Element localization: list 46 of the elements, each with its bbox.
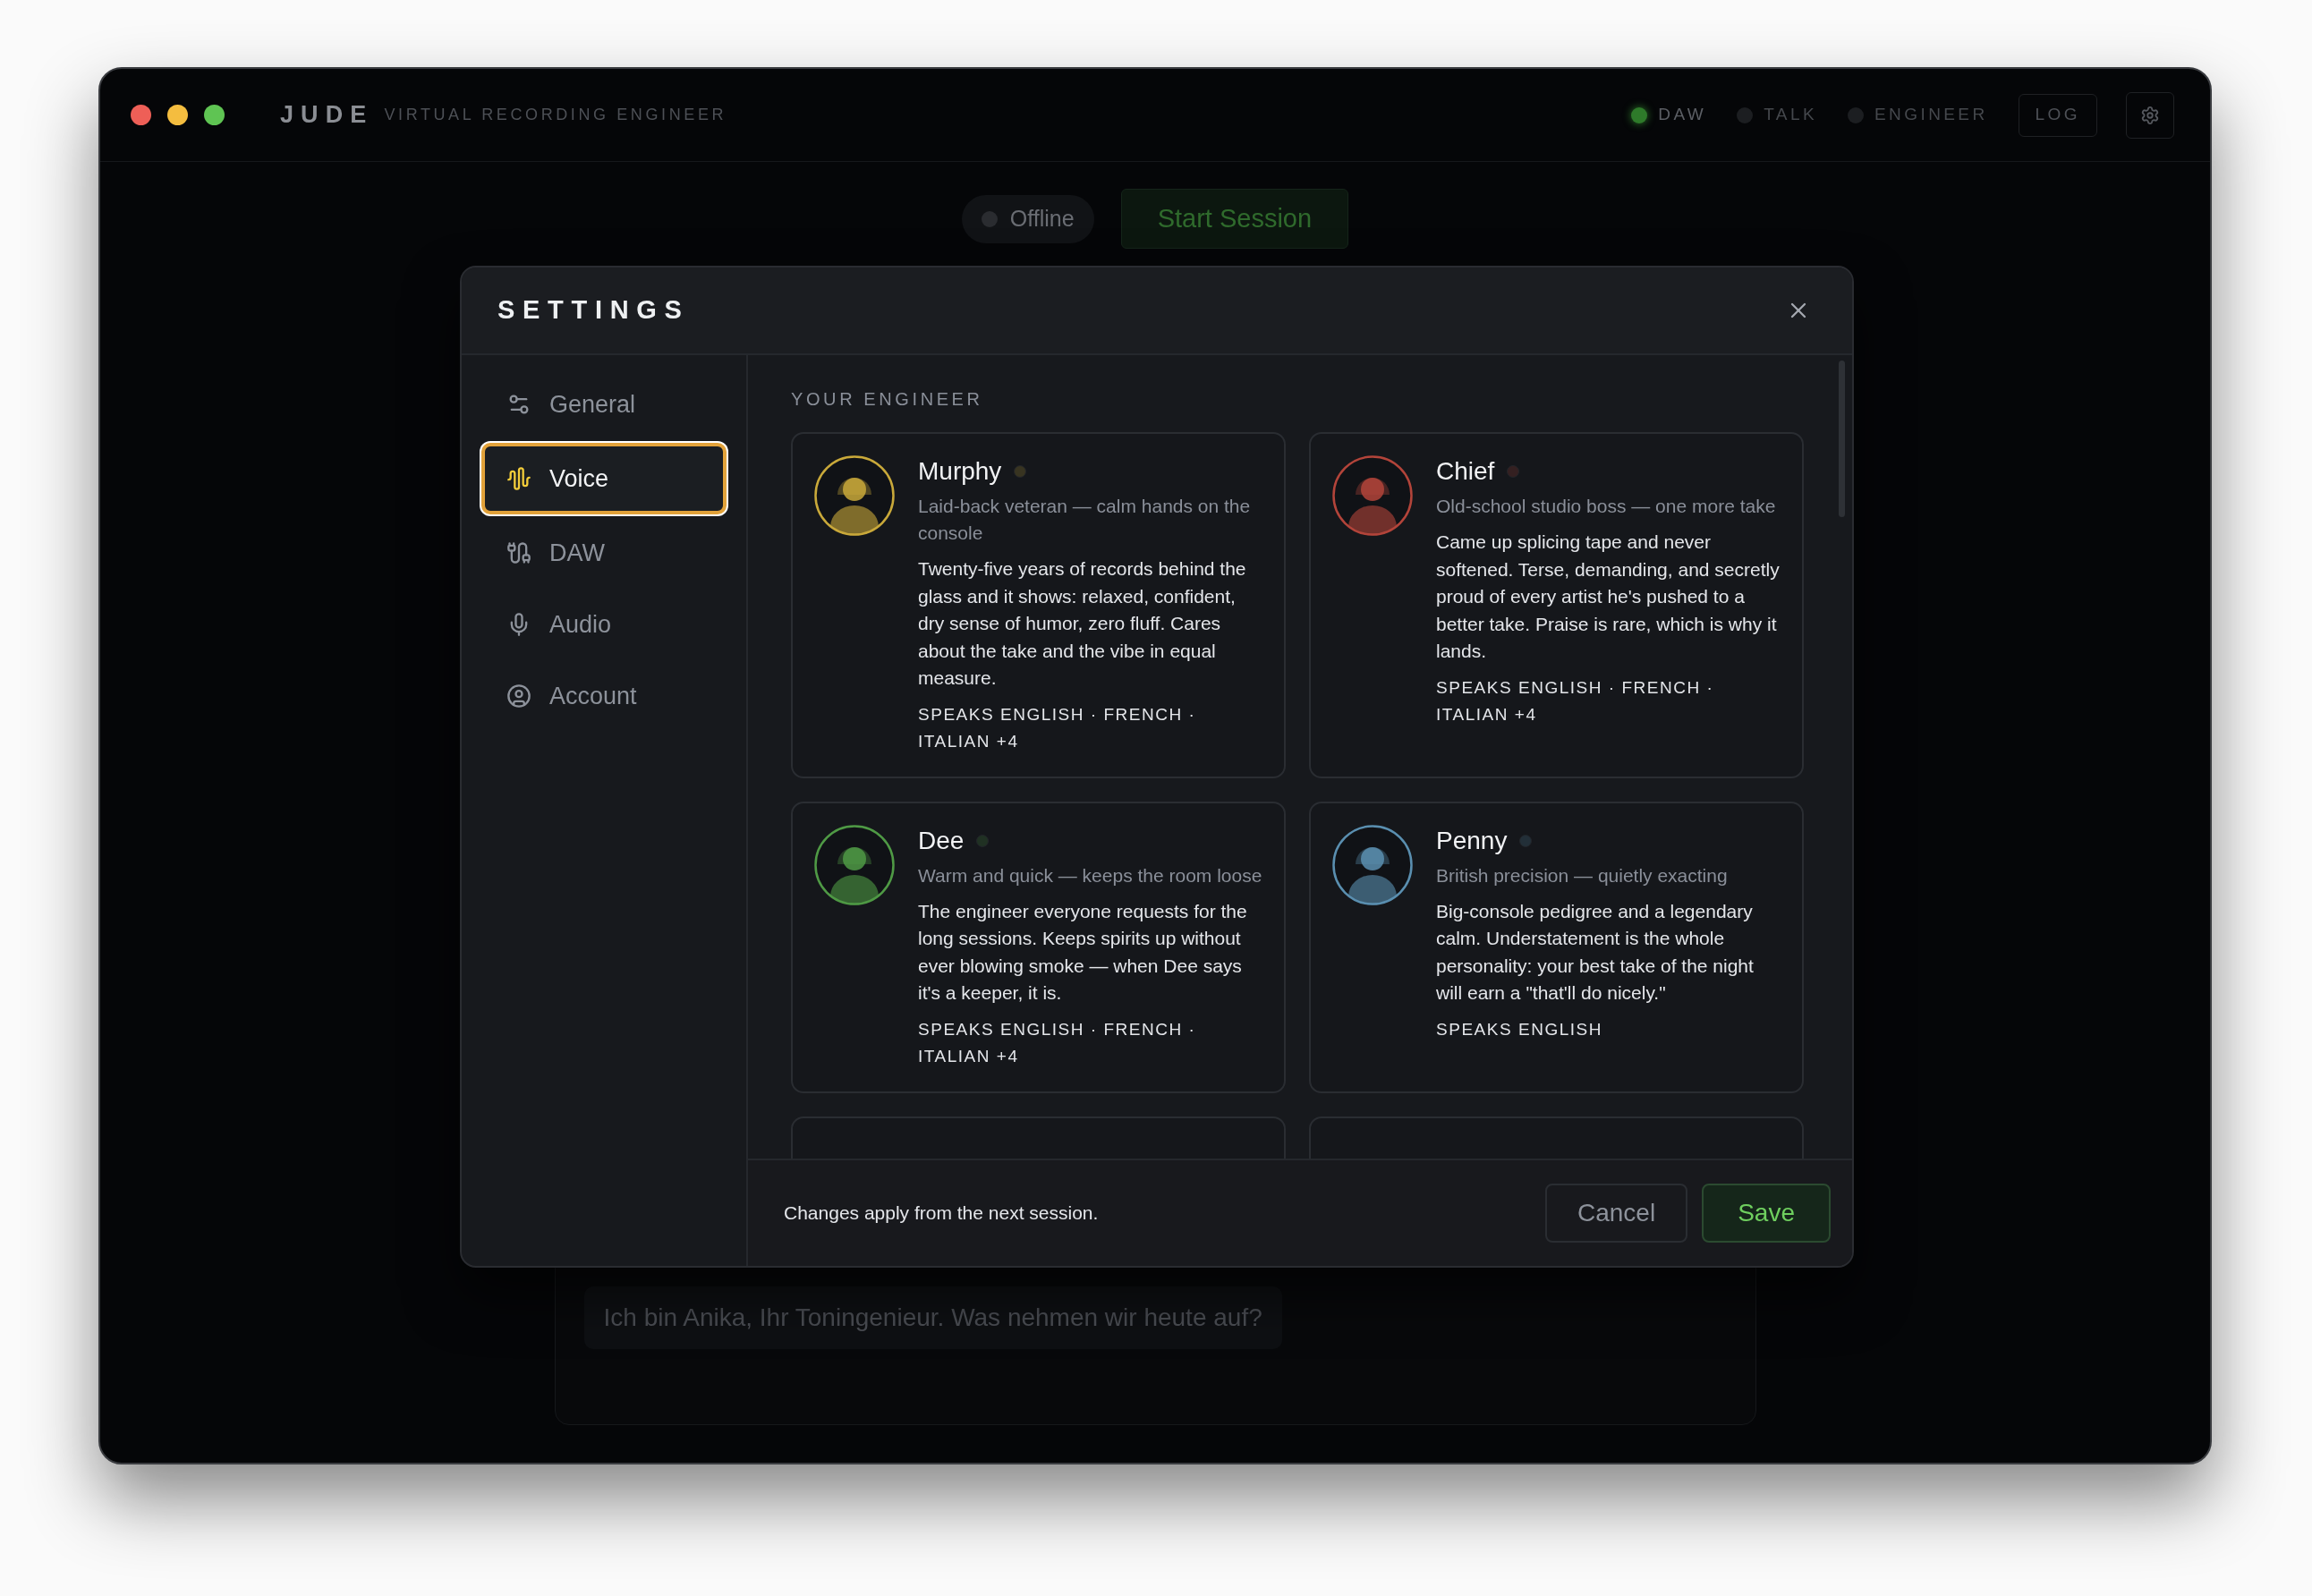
scrollbar-thumb[interactable] <box>1839 361 1845 517</box>
settings-button[interactable] <box>2126 91 2174 139</box>
indicator-label: TALK <box>1764 104 1817 126</box>
engineer-description: Twenty-five years of records behind the glass and it shows: relaxed, confident, dry sense of humor, zero fluff. Cares about the take and the vibe in equal measure. <box>918 557 1247 690</box>
user-circle-icon <box>506 683 531 709</box>
engineer-card[interactable] <box>791 801 1286 1093</box>
languages-text: SPEAKS ENGLISH <box>1436 1018 1603 1040</box>
app-brand: JUDE <box>280 100 374 131</box>
engineer-tagline: British precision — quietly exacting <box>1436 863 1729 887</box>
nav-item[interactable]: General <box>481 371 727 437</box>
nav-item[interactable]: Audio <box>481 591 727 658</box>
engineer-description: The engineer everyone requests for the long sessions. Keeps spirits up without ever blowing smoke — when Dee says it's a keeper, it is. <box>918 899 1248 1005</box>
engineer-name: Murphy <box>918 456 1002 487</box>
zoom-window-button[interactable] <box>204 105 225 125</box>
engineer-name: Chief <box>1436 456 1495 487</box>
dialog-title: SETTINGS <box>497 294 690 327</box>
section-title: YOUR ENGINEER <box>791 388 984 411</box>
engineer-description: Big-console pedigree and a legendary calm. Understatement is the whole personality: your best take of the night will earn a "that'll do nicely." <box>1436 899 1755 1005</box>
cancel-button[interactable]: Cancel <box>1545 1184 1688 1243</box>
engineer-card[interactable] <box>1309 432 1804 778</box>
app-subtitle: VIRTUAL RECORDING ENGINEER <box>384 105 727 125</box>
footer-note: Changes apply from the next session. <box>784 1201 1099 1226</box>
save-button[interactable]: Save <box>1702 1184 1831 1243</box>
close-window-button[interactable] <box>131 105 151 125</box>
nav-item[interactable]: Voice <box>481 443 727 514</box>
waveform-icon <box>506 466 531 491</box>
settings-icon <box>2140 105 2160 125</box>
languages-text: SPEAKS ENGLISH · FRENCH · ITALIAN +4 <box>918 703 1197 752</box>
indicator-label: DAW <box>1658 104 1707 126</box>
engineer-name: Penny <box>1436 825 1508 856</box>
minimize-window-button[interactable] <box>167 105 188 125</box>
engineer-card[interactable] <box>791 432 1286 778</box>
engineer-tagline: Laid-back veteran — calm hands on the console <box>918 495 1252 545</box>
languages-text: SPEAKS ENGLISH · FRENCH · ITALIAN +4 <box>918 1018 1197 1067</box>
nav-item[interactable]: DAW <box>481 520 727 586</box>
engineer-tagline: Warm and quick — keeps the room loose <box>918 863 1263 887</box>
nav-item[interactable]: Account <box>481 663 727 729</box>
cable-icon <box>506 540 531 565</box>
engineer-tagline: Old-school studio boss — one more take <box>1436 495 1777 518</box>
status-label: Offline <box>1009 204 1075 233</box>
engineer-card[interactable] <box>1309 801 1804 1093</box>
languages-text: SPEAKS ENGLISH · FRENCH · ITALIAN +4 <box>1436 676 1715 726</box>
engineer-description: Came up splicing tape and never softened. Terse, demanding, and secretly proud of every artist he's pushed to a better take. Praise is rare, which is why it lands. <box>1436 531 1781 663</box>
engineer-name: Dee <box>918 825 965 856</box>
indicator-label: ENGINEER <box>1874 104 1988 126</box>
chat-message: Ich bin Anika, Ihr Toningenieur. Was nehmen wir heute auf? <box>583 1286 1282 1349</box>
